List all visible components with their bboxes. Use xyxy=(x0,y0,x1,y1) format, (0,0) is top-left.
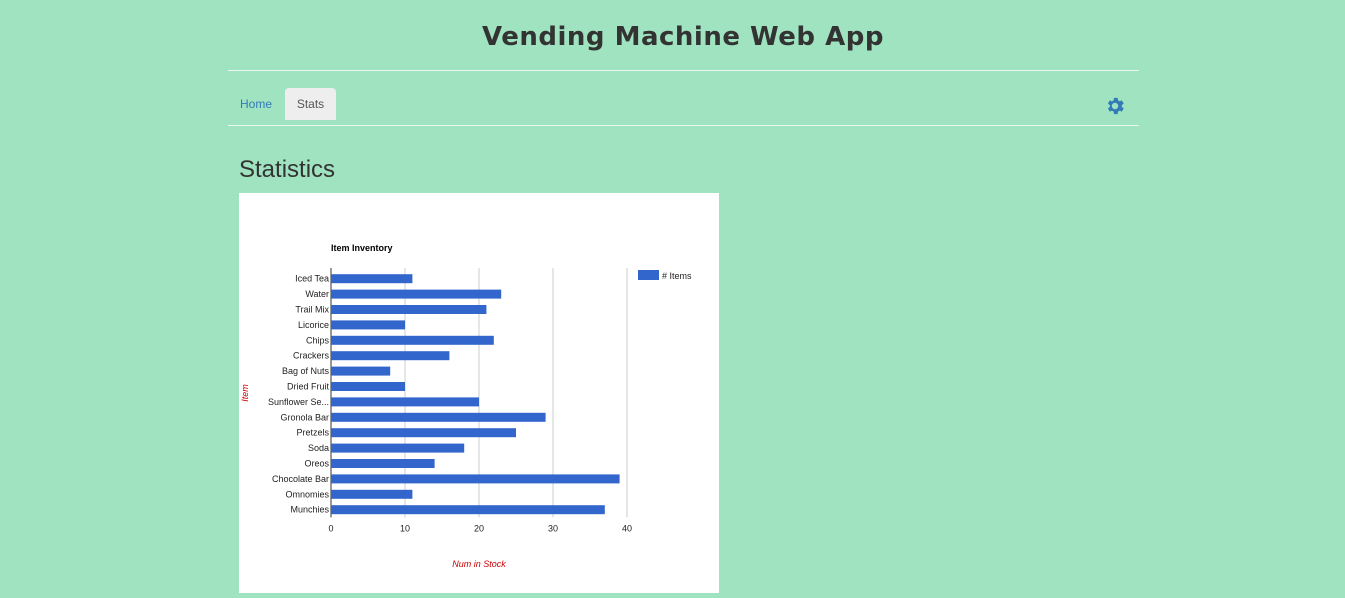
chart-bar[interactable] xyxy=(331,505,605,515)
chart-bar[interactable] xyxy=(331,443,465,453)
y-category-label: Oreos xyxy=(304,459,329,469)
chart-bar[interactable] xyxy=(331,289,502,299)
y-category-label: Soda xyxy=(308,443,329,453)
y-category-label: Crackers xyxy=(293,351,330,361)
tab-home[interactable]: Home xyxy=(235,88,277,120)
gear-icon[interactable] xyxy=(1104,95,1126,117)
chart-bar[interactable] xyxy=(331,412,546,422)
y-category-label: Dried Fruit xyxy=(287,382,330,392)
y-category-label: Pretzels xyxy=(296,428,329,438)
y-category-label: Omnomies xyxy=(285,489,329,499)
y-category-label: Trail Mix xyxy=(295,305,329,315)
app-title: Vending Machine Web App xyxy=(482,22,884,52)
header-divider xyxy=(228,70,1139,71)
y-category-label: Chocolate Bar xyxy=(272,474,329,484)
x-tick-label: 20 xyxy=(474,523,484,533)
x-axis-title: Num in Stock xyxy=(452,559,506,569)
chart-bar[interactable] xyxy=(331,382,405,391)
chart-bar[interactable] xyxy=(331,320,405,330)
chart-bar[interactable] xyxy=(331,397,479,407)
x-tick-label: 0 xyxy=(328,523,333,533)
chart-bar[interactable] xyxy=(331,428,516,438)
chart-bar[interactable] xyxy=(331,351,450,361)
chart-bar[interactable] xyxy=(331,335,494,345)
chart-bar[interactable] xyxy=(331,366,391,376)
y-axis-title: Item xyxy=(240,384,250,402)
x-tick-label: 40 xyxy=(622,523,632,533)
chart-bar[interactable] xyxy=(331,489,413,499)
chart-bar[interactable] xyxy=(331,305,487,314)
page-title: Statistics xyxy=(239,156,336,183)
chart-svg: 0 10 20 30 40 Iced Tea Water Trail Mix Licorice C… xyxy=(240,243,692,569)
legend-swatch xyxy=(638,270,659,280)
y-category-label: Bag of Nuts xyxy=(282,366,330,376)
nav-divider xyxy=(228,125,1139,126)
chart-bar[interactable] xyxy=(331,274,413,284)
y-category-label: Munchies xyxy=(290,505,329,515)
y-category-label: Licorice xyxy=(298,320,329,330)
y-category-label: Chips xyxy=(306,335,330,345)
y-category-label: Sunflower Se... xyxy=(268,397,329,407)
chart-bar[interactable] xyxy=(331,459,435,468)
chart-title: Item Inventory xyxy=(331,243,393,253)
y-category-label: Iced Tea xyxy=(295,274,329,284)
tab-stats[interactable]: Stats xyxy=(285,88,336,120)
x-tick-label: 10 xyxy=(400,523,410,533)
x-tick-label: 30 xyxy=(548,523,558,533)
y-category-label: Water xyxy=(305,289,329,299)
chart-bar[interactable] xyxy=(331,474,620,484)
y-category-label: Gronola Bar xyxy=(280,412,329,422)
inventory-chart: 0 10 20 30 40 Iced Tea Water Trail Mix Licorice C… xyxy=(239,193,719,593)
legend-label: # Items xyxy=(662,271,692,281)
